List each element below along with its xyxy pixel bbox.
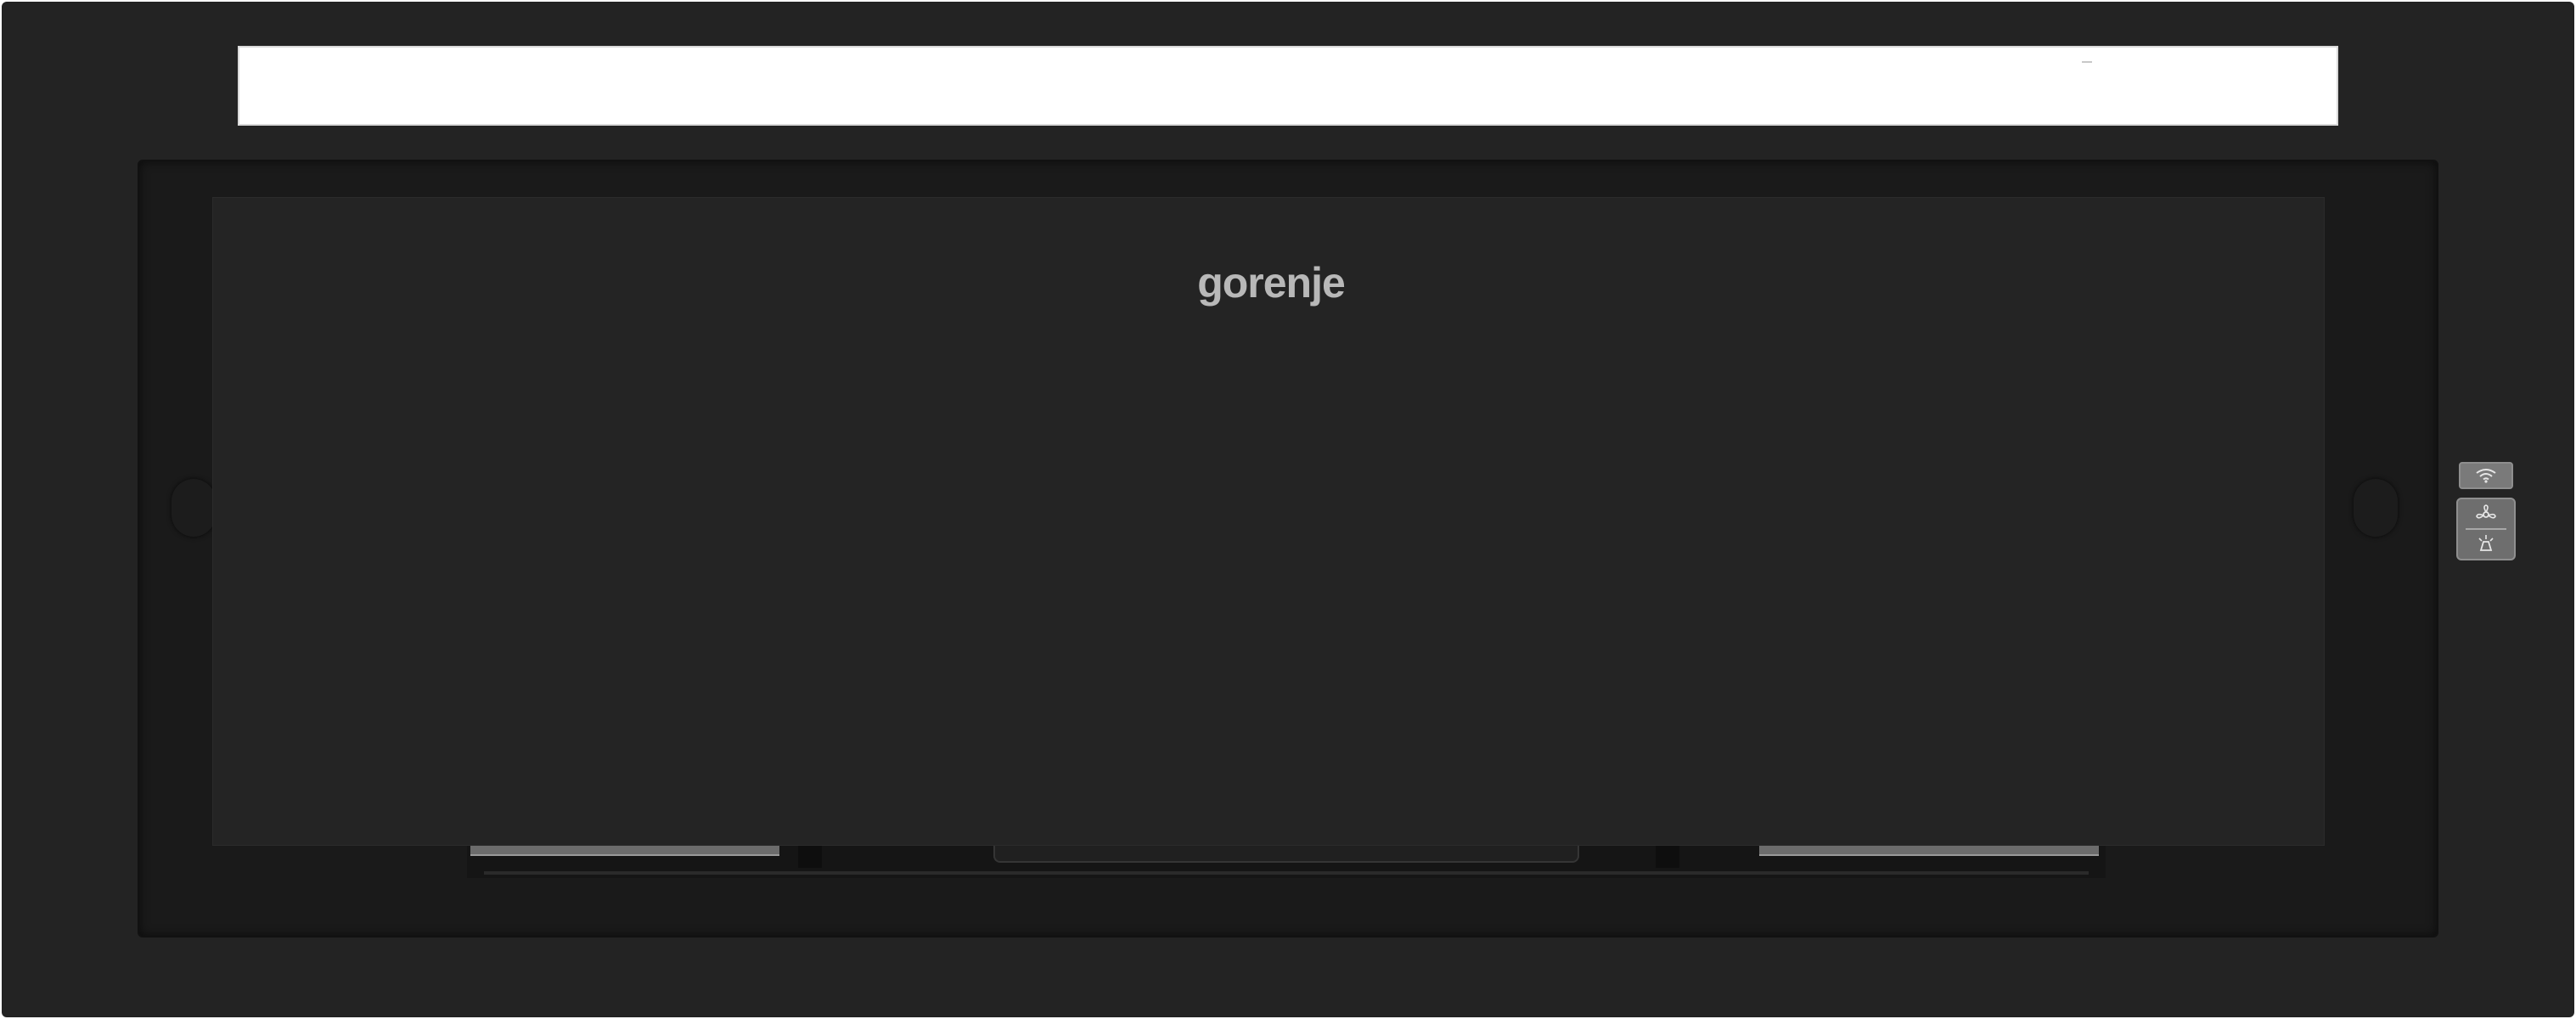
underside-rail <box>484 871 2089 875</box>
wifi-button[interactable] <box>2459 462 2513 489</box>
filter-slot <box>1656 846 1679 868</box>
control-pad[interactable] <box>2456 498 2516 560</box>
grease-filter-left <box>470 846 779 856</box>
brand-logo: gorenje <box>0 258 2542 307</box>
hood-underside <box>467 846 2106 878</box>
light-icon <box>2478 535 2494 551</box>
light-strip-mark <box>2082 61 2092 63</box>
mounting-knob-right <box>2354 479 2398 537</box>
filter-slot <box>798 846 822 868</box>
mounting-knob-left <box>172 479 216 537</box>
filter-latch[interactable] <box>993 846 1579 863</box>
fan-icon <box>2476 504 2496 519</box>
led-light-strip <box>238 46 2338 126</box>
wifi-icon <box>2476 469 2496 483</box>
control-divider <box>2466 528 2506 530</box>
brand-logo-text: gorenje <box>1197 259 1346 307</box>
grease-filter-right <box>1759 846 2099 856</box>
